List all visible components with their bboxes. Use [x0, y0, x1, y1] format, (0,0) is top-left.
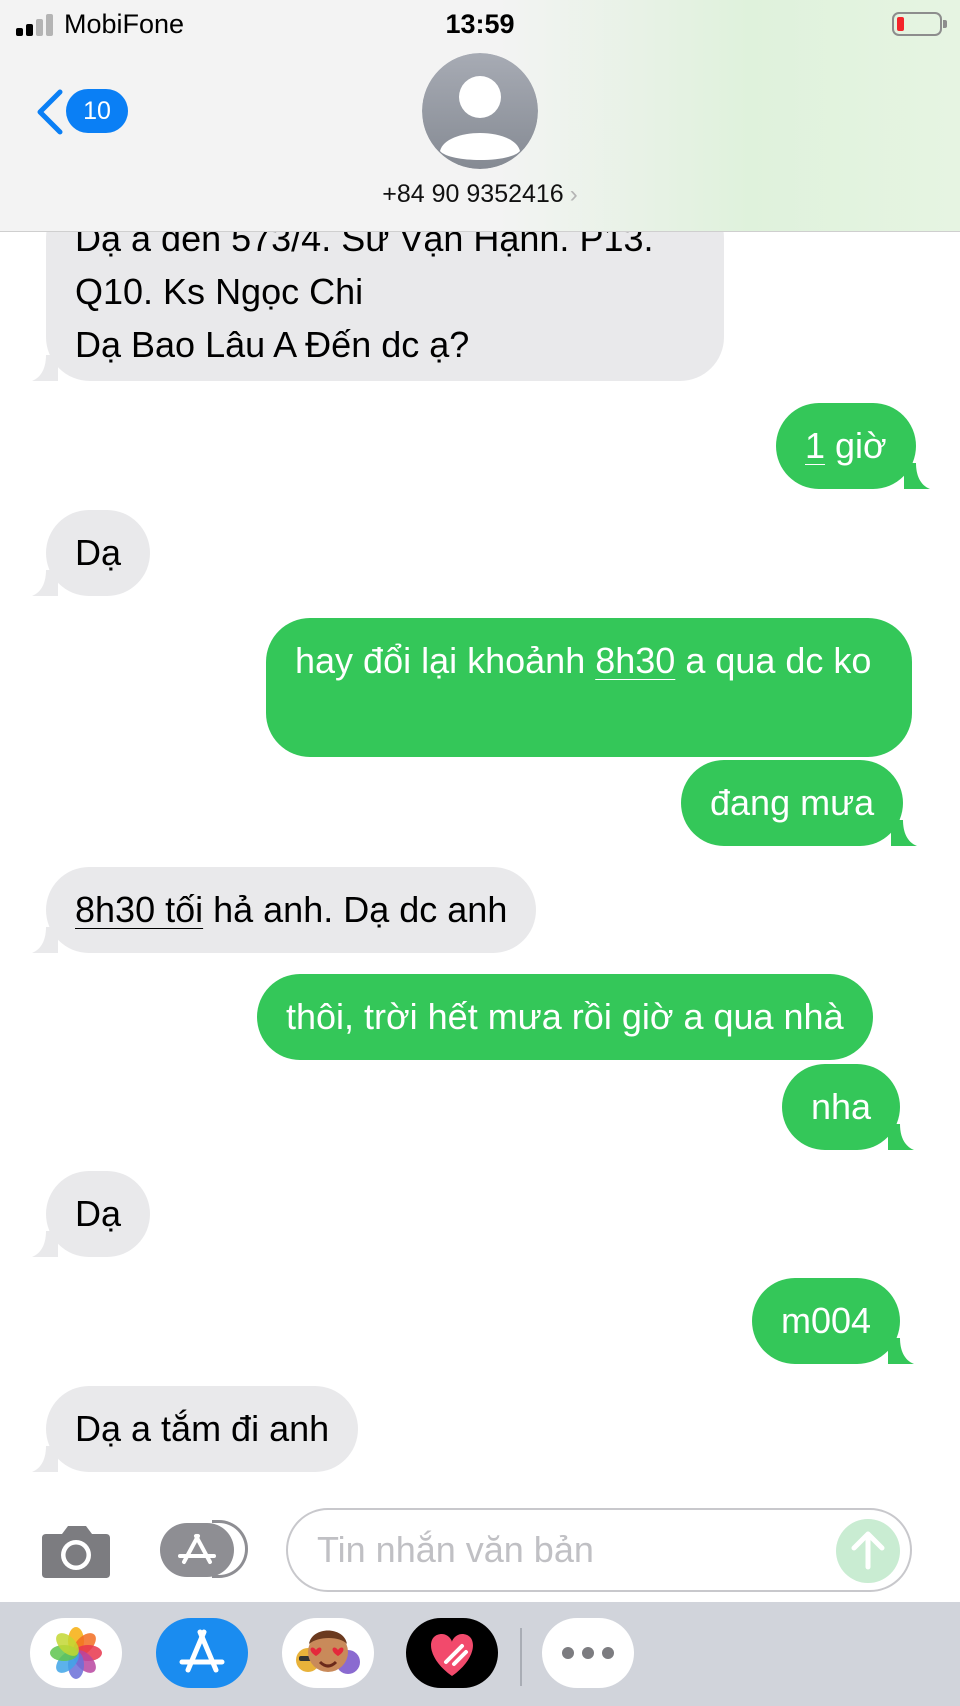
message-text: nha [811, 1086, 872, 1127]
message-bubble-sent[interactable]: 1 giờ [776, 403, 930, 489]
digital-touch-app-button[interactable] [406, 1618, 498, 1688]
status-time: 13:59 [445, 9, 515, 39]
app-store-icon [178, 1534, 216, 1564]
memoji-icon [296, 1630, 360, 1674]
bubble-tail [32, 1446, 58, 1472]
message-input-placeholder: Tin nhắn văn bản [317, 1529, 594, 1570]
message-bubble-sent[interactable]: đang mưa [681, 760, 918, 846]
message-bubble-sent[interactable]: nha [782, 1064, 915, 1150]
contact-avatar[interactable] [422, 53, 538, 169]
bubble-tail [32, 570, 58, 596]
message-text: Dạ [75, 1193, 122, 1234]
bubble-tail [32, 355, 58, 381]
time-link[interactable]: 8h30 tối [75, 889, 203, 930]
imessage-app-drawer [0, 1602, 960, 1706]
bubble-tail [888, 1338, 915, 1364]
person-avatar-icon [422, 53, 538, 169]
message-bubble-sent[interactable]: m004 [752, 1278, 915, 1364]
message-text: hả anh. Dạ dc anh [203, 889, 508, 930]
chevron-left-icon [37, 89, 63, 135]
compose-bar: Tin nhắn văn bản [0, 1490, 960, 1602]
message-text: Dạ a tắm đi anh [75, 1408, 330, 1449]
more-apps-button[interactable] [542, 1618, 634, 1688]
app-store-icon [179, 1629, 225, 1673]
message-text: hay đổi lại khoảnh [295, 640, 596, 681]
message-bubble-sent[interactable]: hay đổi lại khoảnh 8h30 a qua dc ko [266, 618, 912, 757]
unread-count-badge: 10 [66, 89, 128, 133]
bubble-tail [32, 1231, 58, 1257]
bubble-tail [903, 463, 930, 489]
message-line: Dạ Bao Lâu A Đến dc ạ? [75, 324, 470, 365]
message-bubble-received[interactable]: Dạ [32, 1171, 151, 1257]
message-text: thôi, trời hết mưa rồi giờ a qua nhà [286, 996, 844, 1037]
camera-icon[interactable] [40, 1522, 112, 1580]
heart-icon [431, 1634, 473, 1676]
photos-app-button[interactable] [30, 1618, 122, 1688]
contact-name[interactable]: +84 90 9352416 › [0, 180, 960, 209]
message-bubble-received[interactable]: 8h30 tối hả anh. Dạ dc anh [32, 867, 537, 953]
ellipsis-icon [562, 1647, 614, 1659]
message-bubble-received[interactable]: Dạ [32, 510, 151, 596]
back-button[interactable]: 10 [34, 84, 134, 138]
send-button[interactable] [836, 1519, 900, 1583]
message-text: Dạ [75, 532, 122, 573]
arrow-up-icon [851, 1531, 885, 1570]
message-bubble-sent[interactable]: thôi, trời hết mưa rồi giờ a qua nhà [257, 974, 873, 1060]
status-bar: MobiFone 13:59 [0, 0, 960, 48]
message-bubble-received[interactable]: Dạ a tắm đi anh [32, 1386, 359, 1472]
battery-icon [892, 12, 947, 36]
bubble-tail [891, 820, 918, 846]
message-text: đang mưa [710, 782, 875, 823]
drawer-divider [520, 1628, 522, 1686]
bubble-tail [32, 927, 58, 953]
app-store-button[interactable] [160, 1520, 250, 1578]
date-link[interactable]: 1 [805, 425, 825, 466]
message-text: giờ [825, 425, 887, 466]
contact-number: +84 90 9352416 [382, 180, 564, 208]
bubble-tail [888, 1124, 915, 1150]
message-input[interactable]: Tin nhắn văn bản [286, 1508, 912, 1592]
message-text: a qua dc ko [675, 640, 872, 681]
app-store-app-button[interactable] [156, 1618, 248, 1688]
message-line: Q10. Ks Ngọc Chi [75, 271, 364, 312]
memoji-app-button[interactable] [282, 1618, 374, 1688]
chevron-right-icon: › [569, 181, 578, 208]
conversation-header: MobiFone 13:59 10 +84 90 9352416 › [0, 0, 960, 232]
message-text: m004 [781, 1300, 872, 1341]
time-link[interactable]: 8h30 [595, 640, 675, 681]
photos-icon [50, 1627, 102, 1679]
